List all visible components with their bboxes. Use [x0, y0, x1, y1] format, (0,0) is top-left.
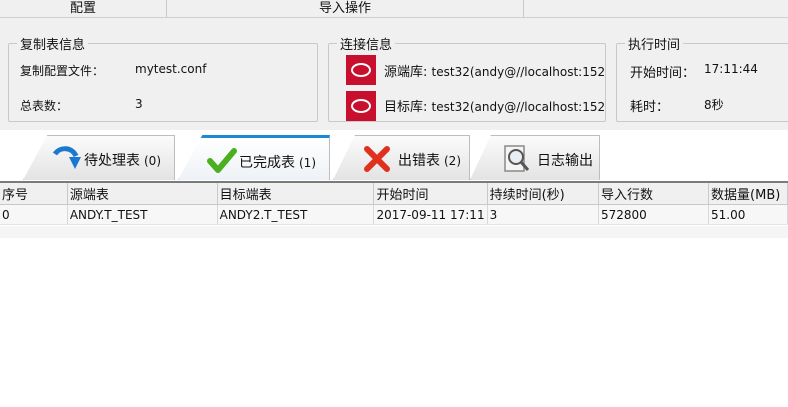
red-x-icon — [364, 146, 390, 172]
cell-start-time: 2017-09-11 17:11 — [373, 204, 488, 225]
connection-info-legend: 连接信息 — [340, 38, 393, 53]
cell-data-size: 51.00 — [708, 204, 788, 225]
blue-arrow-icon — [52, 146, 81, 169]
tab-log-label: 日志输出 — [537, 153, 593, 169]
config-file-label: 复制配置文件： — [20, 64, 105, 78]
source-db-value: test32(andy@//localhost:1521 — [431, 65, 606, 79]
top-tab-separator — [523, 0, 524, 17]
table-row[interactable]: 0 ANDY.T_TEST ANDY2.T_TEST 2017-09-11 17… — [0, 204, 788, 225]
target-db-label: 目标库: — [384, 100, 428, 115]
tab-log-output[interactable]: 日志输出 — [470, 135, 600, 180]
tab-completed-label: 已完成表 (1) — [239, 155, 316, 171]
elapsed-label: 耗时： — [630, 100, 670, 115]
cell-row-count: 572800 — [598, 204, 710, 225]
cell-source-table: ANDY.T_TEST — [67, 204, 218, 225]
green-check-icon — [207, 148, 237, 173]
result-tab-strip: 待处理表 (0) 已完成表 (1) 出错表 (2) 日志输出 — [0, 130, 788, 182]
copy-info-legend: 复制表信息 — [20, 38, 86, 53]
info-panel-area: 复制表信息 复制配置文件： mytest.conf 总表数： 3 连接信息 源端… — [0, 18, 788, 130]
column-header[interactable]: 源端表 — [67, 183, 218, 205]
elapsed-value: 8秒 — [704, 98, 724, 112]
column-header[interactable]: 开始时间 — [373, 183, 488, 205]
target-db-value: test32(andy@//localhost:1521 — [431, 100, 606, 114]
completed-tables-grid: 序号 源端表 目标端表 开始时间 持续时间(秒) 导入行数 数据量(MB) 0 … — [0, 183, 788, 225]
source-db-row: 源端库: test32(andy@//localhost:1521 — [384, 61, 606, 80]
start-time-label: 开始时间： — [630, 66, 696, 81]
tab-pending-tables[interactable]: 待处理表 (0) — [23, 135, 175, 180]
tab-config[interactable]: 配置 — [30, 0, 136, 17]
column-header[interactable]: 持续时间(秒) — [487, 183, 600, 205]
magnifier-log-icon — [504, 145, 530, 172]
source-db-label: 源端库: — [384, 65, 428, 80]
target-db-row: 目标库: test32(andy@//localhost:1521 — [384, 96, 606, 115]
cell-target-table: ANDY2.T_TEST — [217, 204, 375, 225]
oracle-icon — [346, 91, 376, 121]
tab-import[interactable]: 导入操作 — [272, 0, 418, 17]
grid-empty-area — [0, 226, 788, 238]
tab-completed-tables[interactable]: 已完成表 (1) — [178, 135, 330, 180]
cell-index: 0 — [0, 204, 68, 225]
column-header[interactable]: 目标端表 — [217, 183, 375, 205]
start-time-value: 17:11:44 — [704, 62, 758, 76]
tab-error-label: 出错表 (2) — [398, 153, 461, 169]
column-header[interactable]: 序号 — [0, 183, 68, 205]
grid-header-row: 序号 源端表 目标端表 开始时间 持续时间(秒) 导入行数 数据量(MB) — [0, 183, 788, 205]
total-tables-value: 3 — [135, 97, 143, 111]
top-tab-bar: 配置 导入操作 — [0, 0, 788, 18]
exec-time-legend: 执行时间 — [628, 38, 681, 53]
tab-pending-label: 待处理表 (0) — [84, 153, 161, 169]
config-file-value: mytest.conf — [135, 62, 207, 76]
column-header[interactable]: 导入行数 — [598, 183, 710, 205]
column-header[interactable]: 数据量(MB) — [708, 183, 788, 205]
tab-error-tables[interactable]: 出错表 (2) — [333, 135, 470, 180]
total-tables-label: 总表数： — [20, 99, 69, 113]
top-tab-separator — [166, 0, 167, 17]
cell-duration: 3 — [487, 204, 600, 225]
oracle-icon — [346, 55, 376, 85]
